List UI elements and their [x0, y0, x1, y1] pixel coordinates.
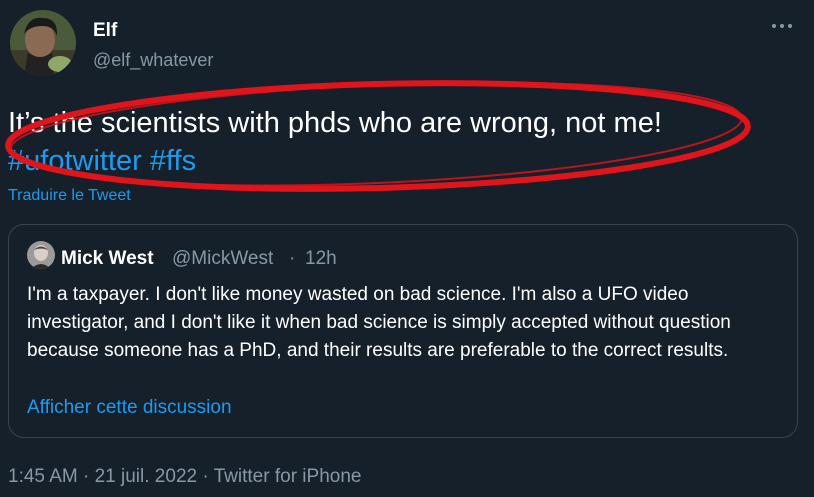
hashtag-link[interactable]: #ffs — [150, 145, 196, 177]
more-dot — [780, 24, 784, 28]
hashtag-link[interactable]: #ufotwitter — [8, 145, 142, 177]
quoted-timestamp[interactable]: 12h — [305, 248, 337, 270]
tweet-hashtags: #ufotwitter #ffs — [8, 142, 196, 180]
tweet-metadata: 1:45 AM · 21 juil. 2022 · Twitter for iP… — [8, 466, 361, 488]
author-handle[interactable]: @elf_whatever — [93, 50, 213, 71]
quoted-author-name[interactable]: Mick West — [61, 248, 154, 270]
translate-tweet-link[interactable]: Traduire le Tweet — [8, 187, 131, 205]
quoted-author-avatar[interactable] — [27, 241, 55, 269]
quoted-separator: · — [289, 248, 296, 269]
more-dot — [772, 24, 776, 28]
show-thread-link[interactable]: Afficher cette discussion — [27, 397, 232, 419]
tweet-time[interactable]: 1:45 AM — [8, 466, 78, 487]
tweet-text: It’s the scientists with phds who are wr… — [8, 107, 662, 139]
more-horizontal-icon[interactable] — [772, 18, 796, 34]
author-avatar[interactable] — [10, 10, 76, 76]
quoted-tweet-card[interactable]: Mick West @MickWest · 12h I'm a taxpayer… — [8, 224, 798, 438]
more-dot — [788, 24, 792, 28]
quoted-tweet-text: I'm a taxpayer. I don't like money waste… — [27, 284, 731, 361]
tweet-date[interactable]: 21 juil. 2022 — [95, 466, 197, 487]
quoted-author-handle[interactable]: @MickWest — [172, 248, 273, 270]
tweet-source[interactable]: Twitter for iPhone — [214, 466, 362, 487]
author-name[interactable]: Elf — [93, 20, 117, 42]
